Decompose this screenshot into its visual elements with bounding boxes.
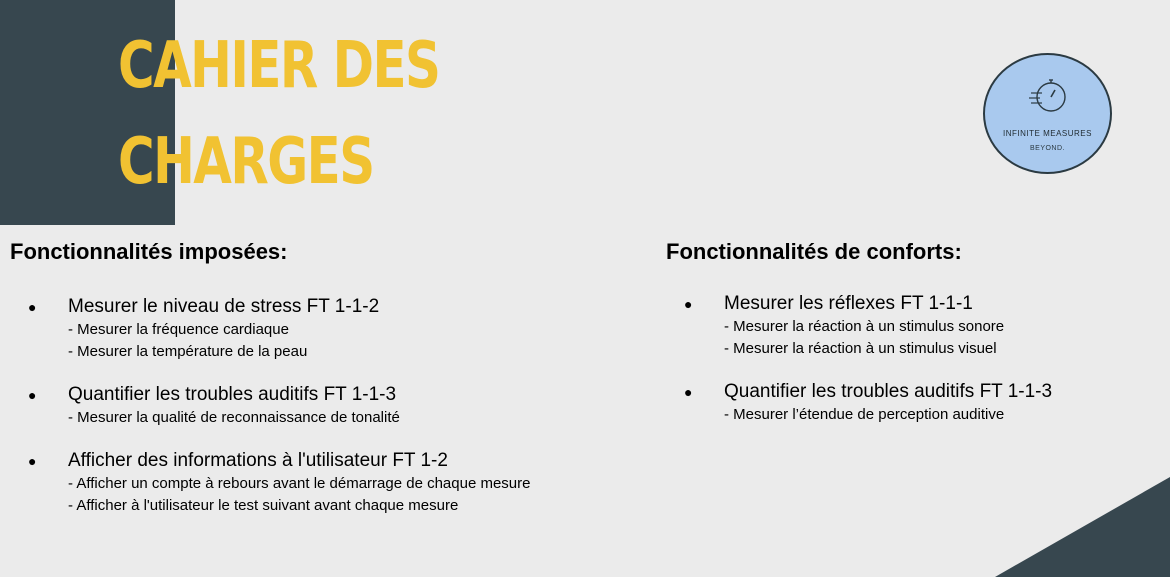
feature-title: Afficher des informations à l'utilisateu… bbox=[68, 450, 448, 471]
feature-item: ● Afficher des informations à l'utilisat… bbox=[10, 449, 600, 517]
bullet-icon: ● bbox=[28, 299, 37, 315]
page-title-line1: CAHIER DES bbox=[118, 29, 441, 103]
feature-subitem: - Mesurer la température de la peau bbox=[68, 343, 308, 360]
logo-name: INFINITE MEASURES bbox=[1003, 129, 1092, 138]
imposed-features-section: Fonctionnalités imposées: ● Mesurer le n… bbox=[10, 238, 600, 537]
feature-item: ● Mesurer le niveau de stress FT 1-1-2 -… bbox=[10, 295, 600, 363]
feature-subitem: - Afficher à l'utilisateur le test suiva… bbox=[68, 497, 459, 514]
bullet-icon: ● bbox=[684, 384, 693, 400]
feature-title: Quantifier les troubles auditifs FT 1-1-… bbox=[724, 381, 1053, 402]
page-title: CAHIER DES CHARGES bbox=[118, 18, 441, 210]
company-logo: INFINITE MEASURES BEYOND. bbox=[983, 53, 1112, 174]
bullet-icon: ● bbox=[684, 296, 693, 312]
page-title-line2: CHARGES bbox=[118, 125, 375, 199]
feature-title: Mesurer le niveau de stress FT 1-1-2 bbox=[68, 296, 380, 317]
bullet-icon: ● bbox=[28, 387, 37, 403]
stopwatch-icon bbox=[1029, 79, 1066, 112]
feature-subitem: - Mesurer l’étendue de perception auditi… bbox=[724, 406, 1005, 423]
feature-item: ● Quantifier les troubles auditifs FT 1-… bbox=[10, 383, 600, 429]
feature-subitem: - Mesurer la réaction à un stimulus visu… bbox=[724, 340, 997, 357]
feature-subitem: - Mesurer la qualité de reconnaissance d… bbox=[68, 409, 400, 426]
comfort-features-heading: Fonctionnalités de conforts: bbox=[666, 239, 962, 264]
bullet-icon: ● bbox=[28, 453, 37, 469]
feature-title: Quantifier les troubles auditifs FT 1-1-… bbox=[68, 384, 397, 405]
logo-tagline: BEYOND. bbox=[1029, 145, 1065, 152]
feature-subitem: - Mesurer la réaction à un stimulus sono… bbox=[724, 318, 1005, 335]
feature-title: Mesurer les réflexes FT 1-1-1 bbox=[724, 293, 973, 314]
feature-subitem: - Mesurer la fréquence cardiaque bbox=[68, 321, 289, 338]
feature-item: ● Quantifier les troubles auditifs FT 1-… bbox=[666, 380, 1126, 426]
feature-item: ● Mesurer les réflexes FT 1-1-1 - Mesure… bbox=[666, 292, 1126, 360]
imposed-features-heading: Fonctionnalités imposées: bbox=[10, 239, 288, 264]
comfort-features-section: Fonctionnalités de conforts: ● Mesurer l… bbox=[666, 238, 1126, 446]
dark-corner-triangle bbox=[995, 477, 1170, 577]
feature-subitem: - Afficher un compte à rebours avant le … bbox=[68, 475, 531, 492]
